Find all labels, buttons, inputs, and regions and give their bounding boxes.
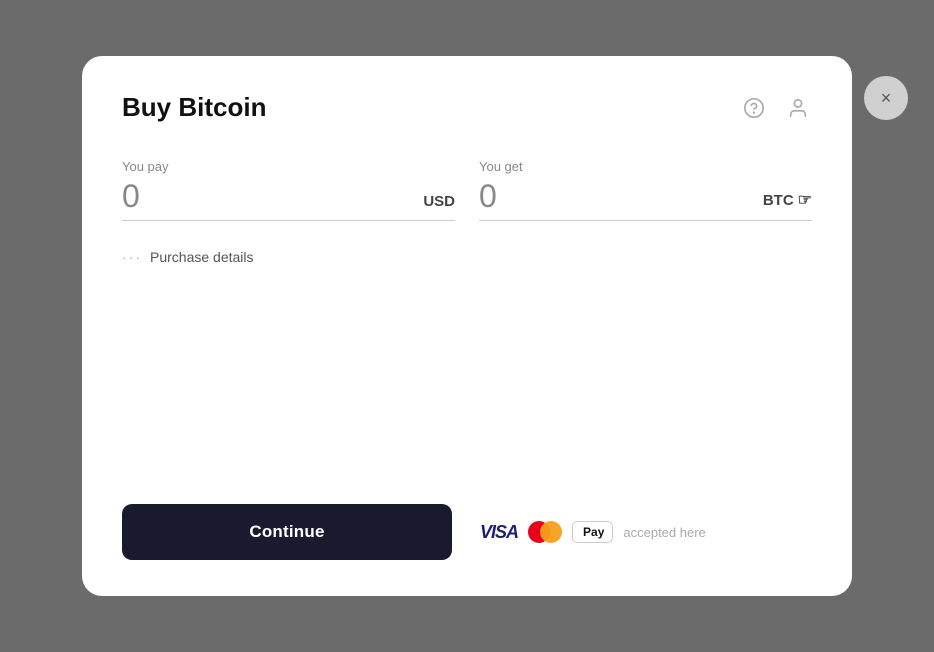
pay-value[interactable]: 0: [122, 180, 140, 212]
pay-input-row: 0 USD: [122, 180, 455, 221]
header-icons: [740, 94, 812, 122]
purchase-details-dots: ···: [122, 249, 142, 265]
get-field-group: You get 0 BTC ☞: [479, 159, 812, 221]
modal-title: Buy Bitcoin: [122, 92, 266, 123]
close-button[interactable]: ×: [864, 76, 908, 120]
accepted-label: accepted here: [623, 525, 705, 540]
currency-selector-cursor: ☞: [798, 190, 812, 210]
get-value[interactable]: 0: [479, 180, 497, 212]
applepay-logo: Pay: [572, 521, 613, 543]
pay-currency: USD: [423, 193, 455, 210]
visa-logo: VISA: [480, 522, 518, 543]
fields-row: You pay 0 USD You get 0 BTC ☞: [122, 159, 812, 221]
get-currency[interactable]: BTC ☞: [763, 190, 812, 210]
pay-field-group: You pay 0 USD: [122, 159, 455, 221]
payment-methods: VISA Pay accepted here: [480, 521, 706, 543]
purchase-details-label: Purchase details: [150, 249, 254, 265]
mc-circle-right: [540, 521, 562, 543]
purchase-details-row[interactable]: ··· Purchase details: [122, 249, 812, 265]
pay-label: You pay: [122, 159, 455, 174]
continue-button[interactable]: Continue: [122, 504, 452, 560]
buy-bitcoin-modal: Buy Bitcoin: [82, 56, 852, 596]
user-icon[interactable]: [784, 94, 812, 122]
close-icon: ×: [881, 88, 892, 109]
get-input-row: 0 BTC ☞: [479, 180, 812, 221]
get-label: You get: [479, 159, 812, 174]
help-icon[interactable]: [740, 94, 768, 122]
applepay-label: Pay: [583, 525, 604, 539]
modal-header: Buy Bitcoin: [122, 92, 812, 123]
mastercard-logo: [528, 521, 562, 543]
modal-footer: Continue VISA Pay accepted here: [122, 504, 812, 560]
